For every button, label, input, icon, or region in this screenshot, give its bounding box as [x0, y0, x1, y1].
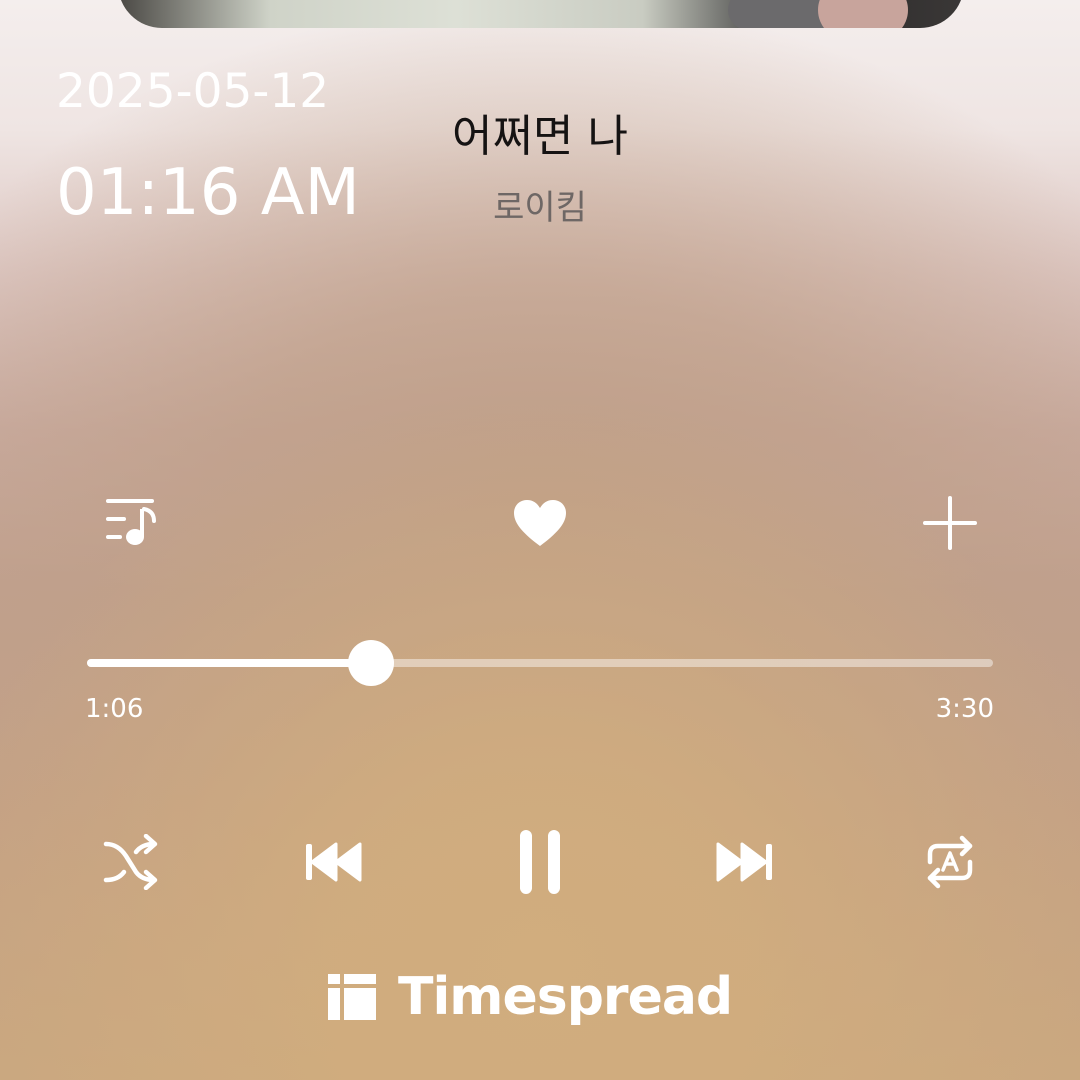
- add-button[interactable]: [916, 492, 984, 554]
- brand-name: Timespread: [398, 967, 733, 1027]
- elapsed-time: 1:06: [85, 694, 144, 724]
- time-display: 01:16 AM: [56, 156, 360, 230]
- progress-handle[interactable]: [348, 640, 395, 686]
- plus-icon: [923, 496, 977, 550]
- progress-fill: [87, 659, 372, 667]
- artwork-detail: [818, 0, 908, 28]
- total-duration: 3:30: [935, 694, 994, 724]
- repeat-a-icon: [927, 835, 973, 889]
- timespread-logo-icon: [328, 974, 376, 1020]
- shuffle-icon: [103, 834, 158, 890]
- song-title: 어쩌면 나: [452, 111, 628, 162]
- brand-watermark: Timespread: [328, 965, 733, 1029]
- playlist-music-icon: [106, 499, 156, 545]
- album-artwork: [118, 0, 964, 28]
- pause-button[interactable]: [508, 826, 572, 898]
- like-button[interactable]: [506, 492, 574, 554]
- shuffle-button[interactable]: [100, 832, 162, 892]
- progress-bar[interactable]: [87, 640, 993, 686]
- repeat-button[interactable]: [918, 830, 982, 894]
- next-button[interactable]: [714, 836, 776, 888]
- skip-previous-icon: [306, 842, 362, 882]
- artist-name[interactable]: 로이킴: [340, 180, 740, 229]
- date-display: 2025-05-12: [56, 64, 330, 119]
- heart-icon: [514, 500, 566, 546]
- playlist-button[interactable]: [96, 492, 164, 554]
- pause-icon: [520, 830, 560, 894]
- previous-button[interactable]: [302, 836, 364, 888]
- skip-next-icon: [716, 842, 772, 882]
